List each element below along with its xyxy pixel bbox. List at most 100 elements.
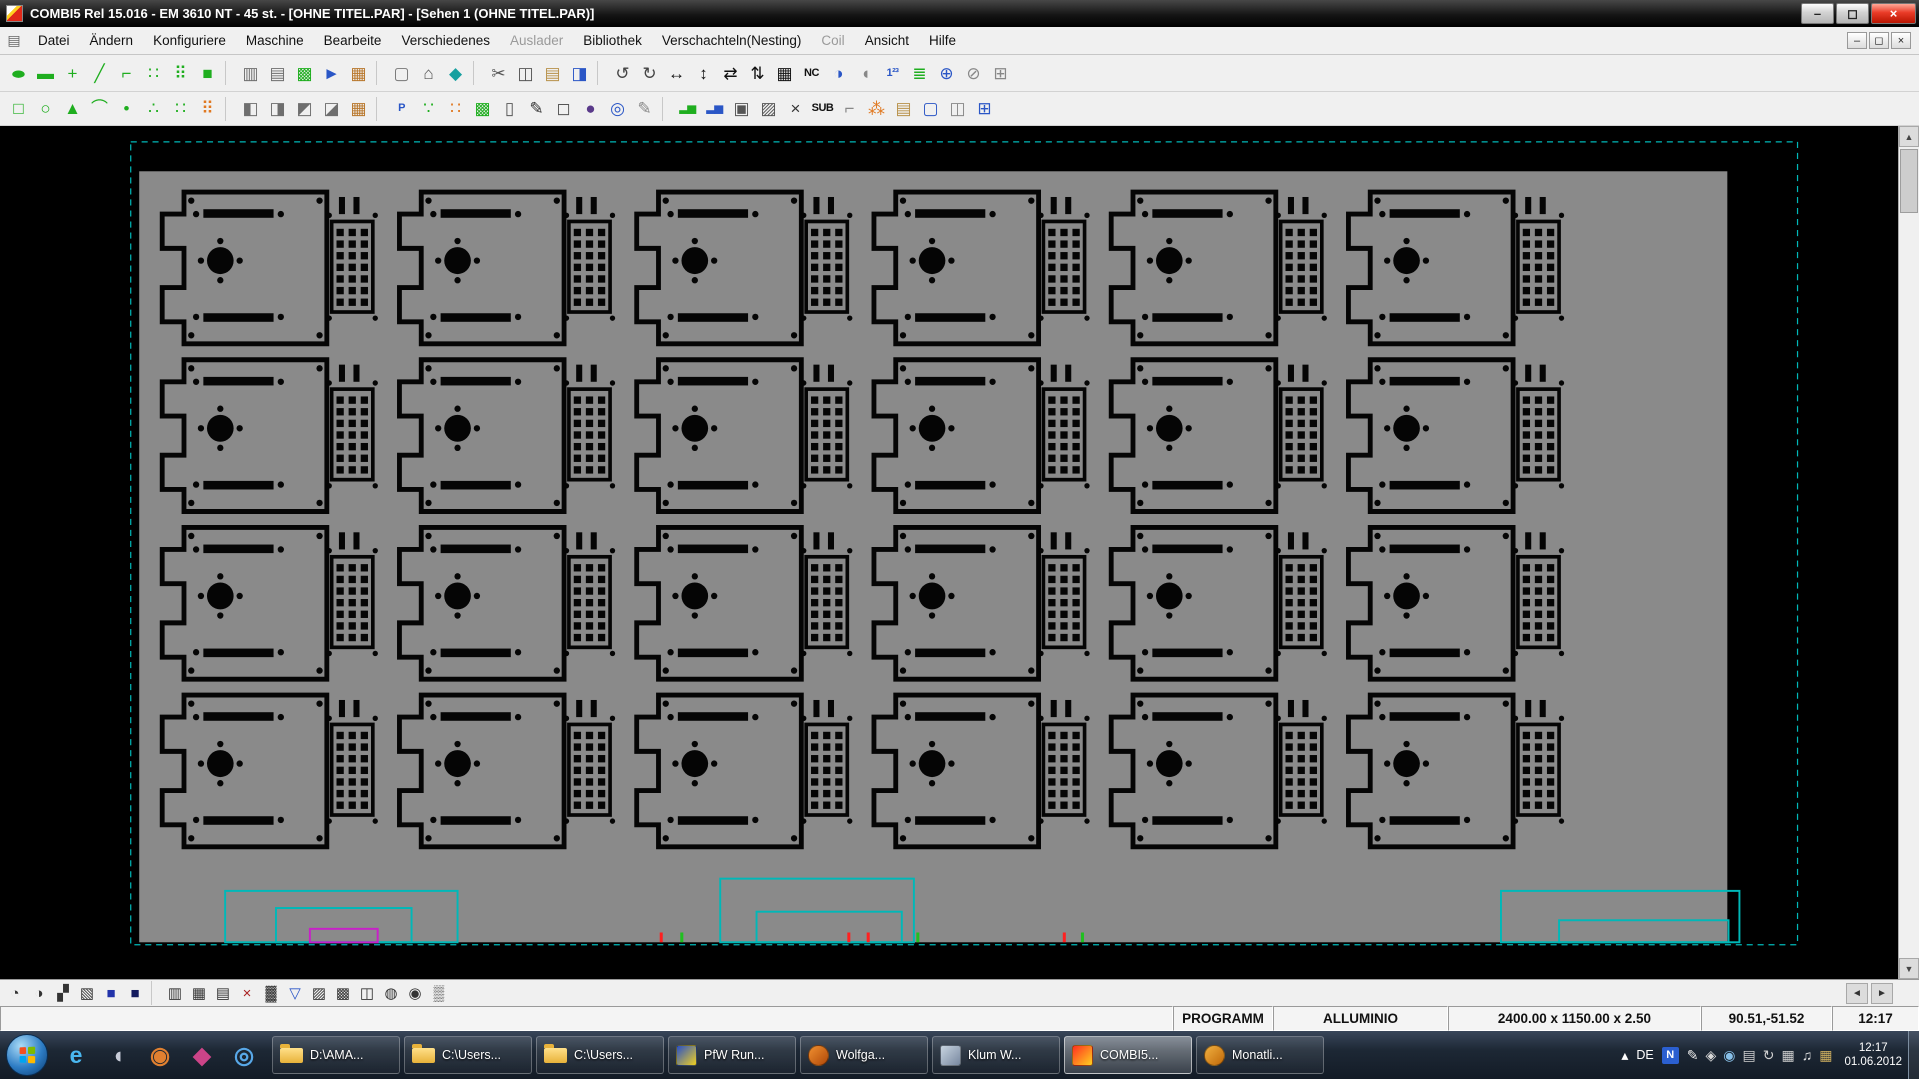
globe-view-icon[interactable]: ◍ bbox=[379, 982, 403, 1005]
task-button-cusers[interactable]: C:\Users... bbox=[404, 1036, 532, 1074]
language-indicator[interactable]: DE bbox=[1636, 1048, 1653, 1062]
start-button[interactable] bbox=[6, 1034, 48, 1076]
show-desktop-button[interactable] bbox=[1908, 1031, 1919, 1079]
scrollbar-thumb[interactable] bbox=[1900, 149, 1918, 213]
drawing-canvas[interactable] bbox=[0, 126, 1898, 979]
menu-coil[interactable]: Coil bbox=[811, 29, 854, 52]
tool-arc-icon[interactable]: ⌒ bbox=[86, 95, 113, 122]
view-half-icon[interactable]: ◑ bbox=[27, 982, 51, 1005]
menu-bearbeite[interactable]: Bearbeite bbox=[314, 29, 392, 52]
tray-shield-icon[interactable]: ◉ bbox=[1723, 1048, 1735, 1062]
disc-view-icon[interactable]: ◉ bbox=[403, 982, 427, 1005]
scroll-down-button[interactable]: ▼ bbox=[1899, 958, 1919, 979]
dots-matrix-orange-icon[interactable]: ∷ bbox=[442, 95, 469, 122]
mdi-close-button[interactable]: × bbox=[1891, 32, 1911, 49]
document-icon[interactable]: ▤ bbox=[4, 31, 24, 51]
library-book-icon[interactable]: ▤ bbox=[890, 95, 917, 122]
measure-y-icon[interactable]: ↕ bbox=[690, 60, 717, 87]
mask-view-icon[interactable]: ▓ bbox=[259, 982, 283, 1005]
settings-grid-icon[interactable]: ⊞ bbox=[971, 95, 998, 122]
stats-green-icon[interactable]: ▂▅ bbox=[674, 95, 701, 122]
maximize-button[interactable]: ◻ bbox=[1836, 3, 1869, 24]
image-view-icon[interactable]: ▦ bbox=[345, 60, 372, 87]
trash-bin-icon[interactable]: ▯ bbox=[496, 95, 523, 122]
task-button-pfwrun[interactable]: PfW Run... bbox=[668, 1036, 796, 1074]
tool-dots-dense-icon[interactable]: ⠿ bbox=[194, 95, 221, 122]
tool-point-grid-icon[interactable]: ⠿ bbox=[167, 60, 194, 87]
mdi-minimize-button[interactable]: – bbox=[1847, 32, 1867, 49]
sequence-numbers-icon[interactable]: 1²³ bbox=[879, 60, 906, 87]
menu-verschiedenes[interactable]: Verschiedenes bbox=[391, 29, 500, 52]
tray-calendar-icon[interactable]: ▦ bbox=[1819, 1048, 1832, 1062]
task-button-cusers[interactable]: C:\Users... bbox=[536, 1036, 664, 1074]
file-home-icon[interactable]: ⌂ bbox=[415, 60, 442, 87]
nesting-view[interactable] bbox=[0, 126, 1898, 979]
mirror-horizontal-icon[interactable]: ⇄ bbox=[717, 60, 744, 87]
tool-add-part-icon[interactable]: + bbox=[59, 60, 86, 87]
menu-auslader[interactable]: Auslader bbox=[500, 29, 573, 52]
menu-verschachtelnnesting[interactable]: Verschachteln(Nesting) bbox=[652, 29, 812, 52]
key-tool-icon[interactable]: ⌐ bbox=[836, 95, 863, 122]
menu-ansicht[interactable]: Ansicht bbox=[855, 29, 919, 52]
task-button-combi5[interactable]: COMBI5... bbox=[1064, 1036, 1192, 1074]
cells-view-icon[interactable]: ◫ bbox=[355, 982, 379, 1005]
tray-pen-icon[interactable]: ✎ bbox=[1687, 1048, 1699, 1062]
tray-expand-icon[interactable]: ▴ bbox=[1621, 1048, 1628, 1062]
menu-konfiguriere[interactable]: Konfiguriere bbox=[143, 29, 236, 52]
list-view-icon[interactable]: ▤ bbox=[211, 982, 235, 1005]
task-button-klumw[interactable]: Klum W... bbox=[932, 1036, 1060, 1074]
tool-point-pair-icon[interactable]: ∷ bbox=[140, 60, 167, 87]
grid-green-icon[interactable]: ▩ bbox=[469, 95, 496, 122]
half-view-icon[interactable]: ◑ bbox=[825, 60, 852, 87]
cut-icon[interactable]: ✂ bbox=[485, 60, 512, 87]
calculator-icon[interactable]: ⊞ bbox=[987, 60, 1014, 87]
sheet-view-green-icon[interactable]: ▩ bbox=[291, 60, 318, 87]
sub-program-icon[interactable]: SUB bbox=[809, 95, 836, 122]
tool-circle-icon[interactable]: ○ bbox=[32, 95, 59, 122]
hatch-area-icon[interactable]: ▨ bbox=[755, 95, 782, 122]
strip-view-icon[interactable]: ▥ bbox=[163, 982, 187, 1005]
tool-dots-matrix-icon[interactable]: ∷ bbox=[167, 95, 194, 122]
group-orange-icon[interactable]: ⁂ bbox=[863, 95, 890, 122]
vertical-scrollbar[interactable]: ▲ ▼ bbox=[1898, 126, 1919, 979]
tray-onenote-icon[interactable]: N bbox=[1662, 1047, 1679, 1064]
filter-icon[interactable]: ▽ bbox=[283, 982, 307, 1005]
tray-volume-icon[interactable]: ♫ bbox=[1802, 1048, 1813, 1062]
scroll-left-button[interactable]: ◄ bbox=[1846, 983, 1868, 1004]
menu-ndern[interactable]: Ändern bbox=[80, 29, 144, 52]
doc-check-icon[interactable]: ◻ bbox=[550, 95, 577, 122]
menu-datei[interactable]: Datei bbox=[28, 29, 80, 52]
tool-contour-icon[interactable]: ⌐ bbox=[113, 60, 140, 87]
edit-pencil-icon[interactable]: ✎ bbox=[523, 95, 550, 122]
menu-hilfe[interactable]: Hilfe bbox=[919, 29, 966, 52]
view-frame-icon[interactable]: ▧ bbox=[75, 982, 99, 1005]
grid-toggle-icon[interactable]: ▦ bbox=[771, 60, 798, 87]
tray-lock-icon[interactable]: ◈ bbox=[1706, 1048, 1717, 1062]
tray-sync-icon[interactable]: ↻ bbox=[1763, 1048, 1775, 1062]
tool-line-icon[interactable]: ╱ bbox=[86, 60, 113, 87]
tray-network-icon[interactable]: ▤ bbox=[1743, 1048, 1756, 1062]
tool-rect-icon[interactable]: □ bbox=[5, 95, 32, 122]
tool-dot-icon[interactable]: • bbox=[113, 95, 140, 122]
sheet-c-icon[interactable]: ◩ bbox=[291, 95, 318, 122]
annotate-icon[interactable]: ✎ bbox=[631, 95, 658, 122]
param-p-icon[interactable]: P bbox=[388, 95, 415, 122]
pinned-search-icon[interactable]: ◎ bbox=[224, 1034, 264, 1076]
close-button[interactable]: × bbox=[1871, 3, 1916, 24]
globe-icon[interactable]: ⊕ bbox=[933, 60, 960, 87]
photo-view-icon[interactable]: ▦ bbox=[345, 95, 372, 122]
sheet-view-1-icon[interactable]: ▥ bbox=[237, 60, 264, 87]
monitor-view-icon[interactable]: ▢ bbox=[917, 95, 944, 122]
sphere-tool-icon[interactable]: ● bbox=[577, 95, 604, 122]
clock[interactable]: 12:17 01.06.2012 bbox=[1844, 1041, 1902, 1070]
comment-bubble-icon[interactable]: ◖ bbox=[852, 60, 879, 87]
nc-code-icon[interactable]: NC bbox=[798, 60, 825, 87]
dots-offset-icon[interactable]: ∵ bbox=[415, 95, 442, 122]
rotate-left-icon[interactable]: ↺ bbox=[609, 60, 636, 87]
file-new-icon[interactable]: ▢ bbox=[388, 60, 415, 87]
pinned-app-media-icon[interactable]: ◖ bbox=[98, 1034, 138, 1076]
menu-bibliothek[interactable]: Bibliothek bbox=[573, 29, 652, 52]
tool-ellipse-icon[interactable]: ● bbox=[0, 60, 41, 87]
task-button-dama[interactable]: D:\AMA... bbox=[272, 1036, 400, 1074]
table-view-icon[interactable]: ▦ bbox=[187, 982, 211, 1005]
